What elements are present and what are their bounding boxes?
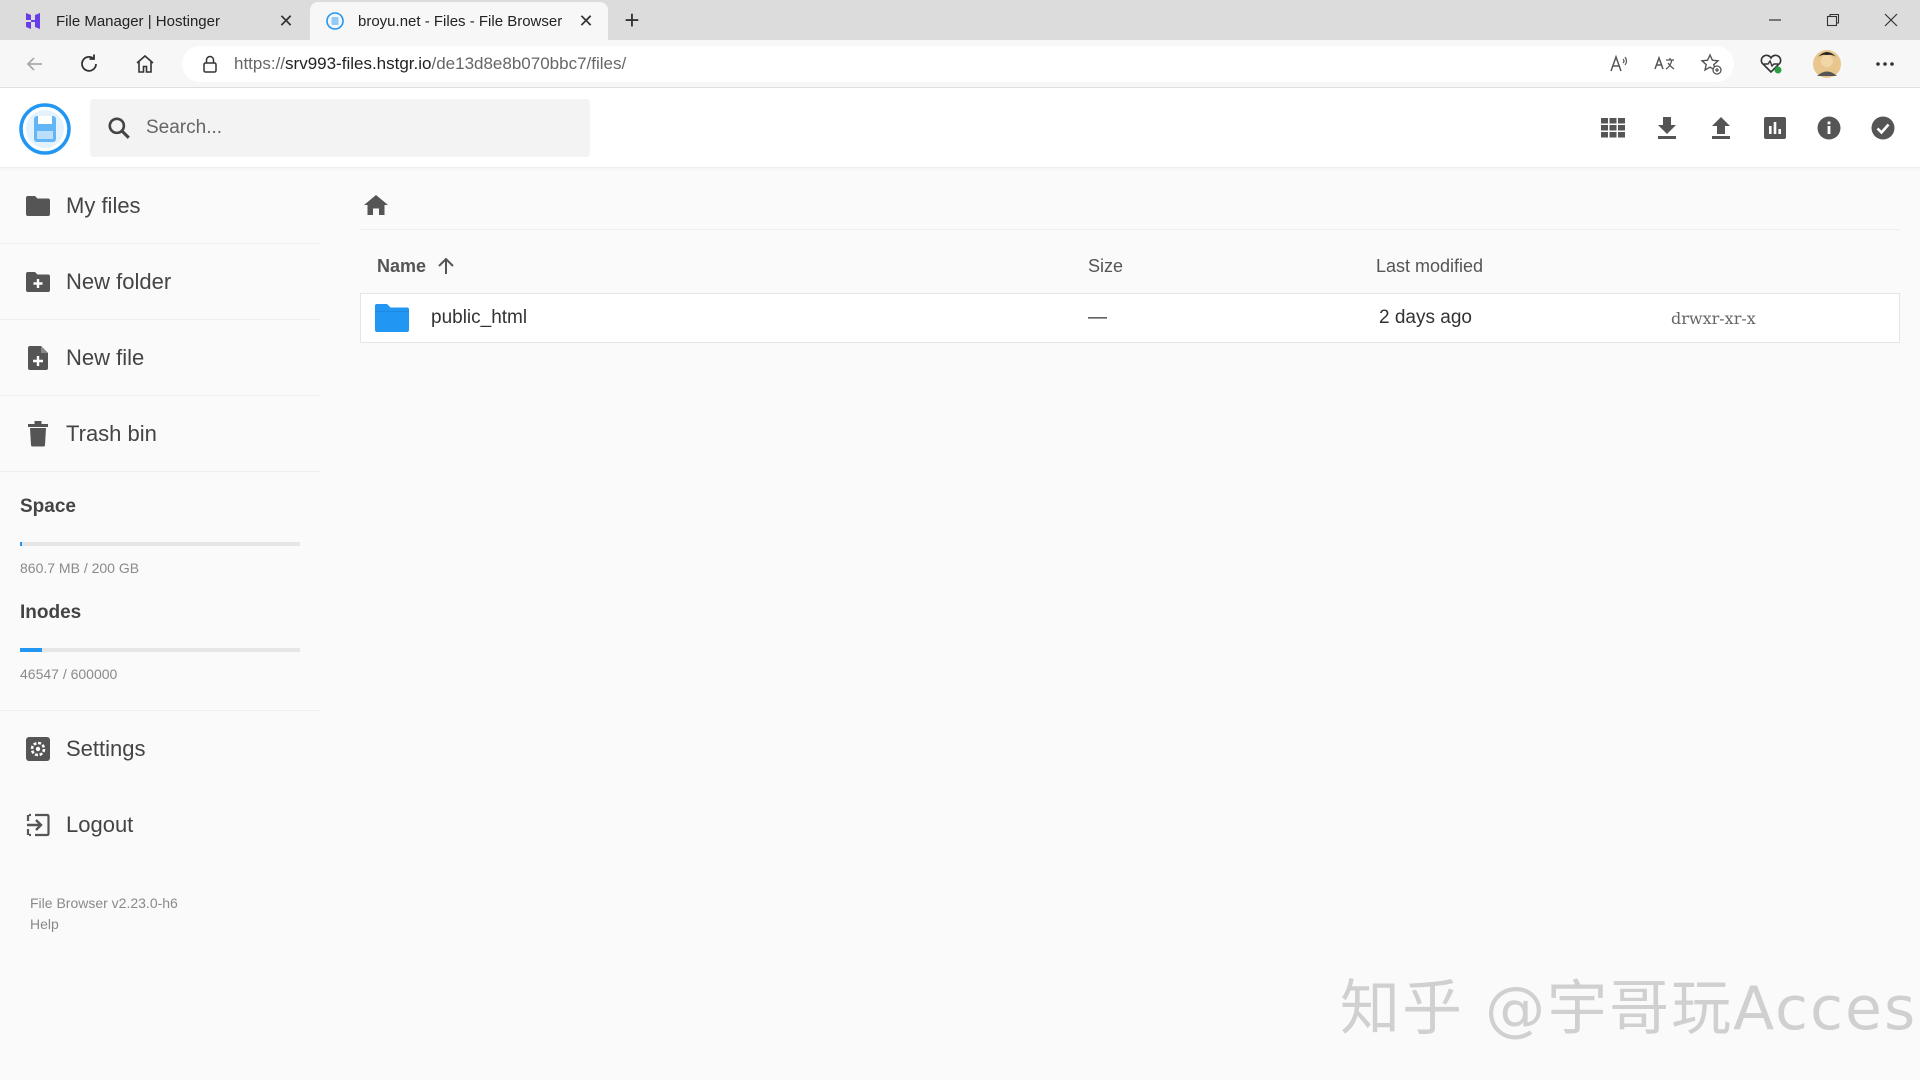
space-value: 860.7 MB / 200 GB bbox=[20, 560, 140, 576]
browser-tab-bar: File Manager | Hostinger ✕ broyu.net - F… bbox=[0, 0, 1920, 40]
filebrowser-favicon-icon bbox=[326, 12, 344, 30]
file-plus-icon bbox=[24, 345, 52, 371]
file-modified: 2 days ago bbox=[1379, 307, 1472, 328]
sidebar-item-trash-bin[interactable]: Trash bin bbox=[0, 396, 320, 472]
search-input[interactable] bbox=[146, 117, 546, 139]
folder-icon bbox=[24, 195, 52, 217]
sidebar-item-label: New file bbox=[66, 344, 145, 370]
favorite-add-icon[interactable] bbox=[1688, 53, 1734, 75]
table-row[interactable]: public_html — 2 days ago drwxr-xr-x bbox=[360, 293, 1900, 343]
download-icon[interactable] bbox=[1640, 104, 1694, 152]
logout-icon bbox=[24, 813, 52, 837]
sidebar-item-settings[interactable]: Settings bbox=[0, 711, 320, 787]
browser-essentials-icon[interactable] bbox=[1752, 48, 1790, 80]
listing-header: Name Size Last modified bbox=[360, 240, 1900, 292]
sidebar-item-label: New folder bbox=[66, 268, 172, 294]
sidebar: My files New folder New file Trash bin S… bbox=[0, 168, 320, 1080]
search-box[interactable] bbox=[90, 99, 590, 157]
restore-icon[interactable] bbox=[1804, 0, 1862, 40]
tab-title: broyu.net - Files - File Browser bbox=[358, 12, 563, 30]
file-name: public_html bbox=[431, 307, 528, 328]
url-text: https://srv993-files.hstgr.io/de13d8e8b0… bbox=[234, 54, 627, 73]
browser-tab-filebrowser[interactable]: broyu.net - Files - File Browser ✕ bbox=[310, 2, 608, 40]
sidebar-item-new-file[interactable]: New file bbox=[0, 320, 320, 396]
breadcrumb bbox=[360, 180, 1900, 230]
file-size: — bbox=[1088, 307, 1107, 328]
search-icon bbox=[108, 117, 130, 139]
app-header bbox=[0, 88, 1920, 168]
lock-icon[interactable] bbox=[202, 55, 218, 73]
sidebar-item-logout[interactable]: Logout bbox=[0, 787, 320, 863]
sort-by-name-button[interactable]: Name bbox=[377, 256, 456, 277]
sidebar-item-label: Settings bbox=[66, 736, 146, 761]
browser-toolbar: https://srv993-files.hstgr.io/de13d8e8b0… bbox=[0, 40, 1920, 88]
column-name-label: Name bbox=[377, 255, 427, 276]
sidebar-item-new-folder[interactable]: New folder bbox=[0, 244, 320, 320]
info-icon[interactable] bbox=[1802, 104, 1856, 152]
sidebar-item-label: Logout bbox=[66, 812, 134, 837]
version-link[interactable]: File Browser v2.23.0-h6 bbox=[30, 893, 320, 914]
address-bar[interactable]: https://srv993-files.hstgr.io/de13d8e8b0… bbox=[182, 46, 1734, 82]
inodes-progress-bar bbox=[20, 648, 300, 652]
profile-avatar[interactable] bbox=[1808, 48, 1846, 80]
chart-icon[interactable] bbox=[1748, 104, 1802, 152]
filebrowser-logo-icon[interactable] bbox=[19, 103, 71, 155]
space-label: Space bbox=[20, 496, 76, 517]
back-icon[interactable] bbox=[18, 48, 52, 80]
inodes-value: 46547 / 600000 bbox=[20, 666, 118, 682]
close-tab-icon[interactable]: ✕ bbox=[572, 11, 600, 32]
inodes-label: Inodes bbox=[20, 602, 82, 623]
trash-icon bbox=[24, 420, 52, 447]
space-progress-fill bbox=[20, 542, 23, 546]
arrow-up-icon bbox=[436, 256, 456, 276]
read-aloud-icon[interactable] bbox=[1596, 54, 1642, 74]
hostinger-logo-icon bbox=[24, 12, 42, 30]
sidebar-item-label: Trash bin bbox=[66, 420, 157, 446]
home-breadcrumb-icon[interactable] bbox=[363, 194, 389, 216]
help-link[interactable]: Help bbox=[30, 914, 320, 935]
tab-title: File Manager | Hostinger bbox=[56, 12, 220, 30]
close-window-icon[interactable] bbox=[1862, 0, 1920, 40]
watermark-text: 知乎 @宇哥玩Access bbox=[1340, 974, 1920, 1044]
file-permissions: drwxr-xr-x bbox=[1671, 308, 1756, 328]
credits: File Browser v2.23.0-h6 Help bbox=[0, 893, 320, 935]
sort-by-modified-button[interactable]: Last modified bbox=[1376, 256, 1483, 277]
home-icon[interactable] bbox=[128, 48, 162, 80]
folder-icon bbox=[374, 303, 410, 339]
new-tab-button[interactable]: + bbox=[616, 4, 648, 36]
upload-icon[interactable] bbox=[1694, 104, 1748, 152]
close-tab-icon[interactable]: ✕ bbox=[272, 11, 300, 32]
inodes-progress-fill bbox=[20, 648, 42, 652]
translate-icon[interactable] bbox=[1642, 54, 1688, 74]
settings-gear-icon bbox=[24, 737, 52, 761]
inodes-quota: Inodes 46547 / 600000 bbox=[0, 576, 320, 710]
reload-icon[interactable] bbox=[72, 48, 106, 80]
sidebar-item-my-files[interactable]: My files bbox=[0, 168, 320, 244]
minimize-icon[interactable] bbox=[1746, 0, 1804, 40]
sort-by-size-button[interactable]: Size bbox=[1088, 256, 1123, 277]
more-options-icon[interactable] bbox=[1866, 48, 1904, 80]
folder-plus-icon bbox=[24, 271, 52, 293]
space-progress-bar bbox=[20, 542, 300, 546]
grid-view-icon[interactable] bbox=[1586, 104, 1640, 152]
browser-tab-hostinger[interactable]: File Manager | Hostinger ✕ bbox=[8, 2, 308, 40]
sidebar-item-label: My files bbox=[66, 192, 141, 218]
check-circle-icon[interactable] bbox=[1856, 104, 1910, 152]
space-quota: Space 860.7 MB / 200 GB bbox=[0, 472, 320, 576]
